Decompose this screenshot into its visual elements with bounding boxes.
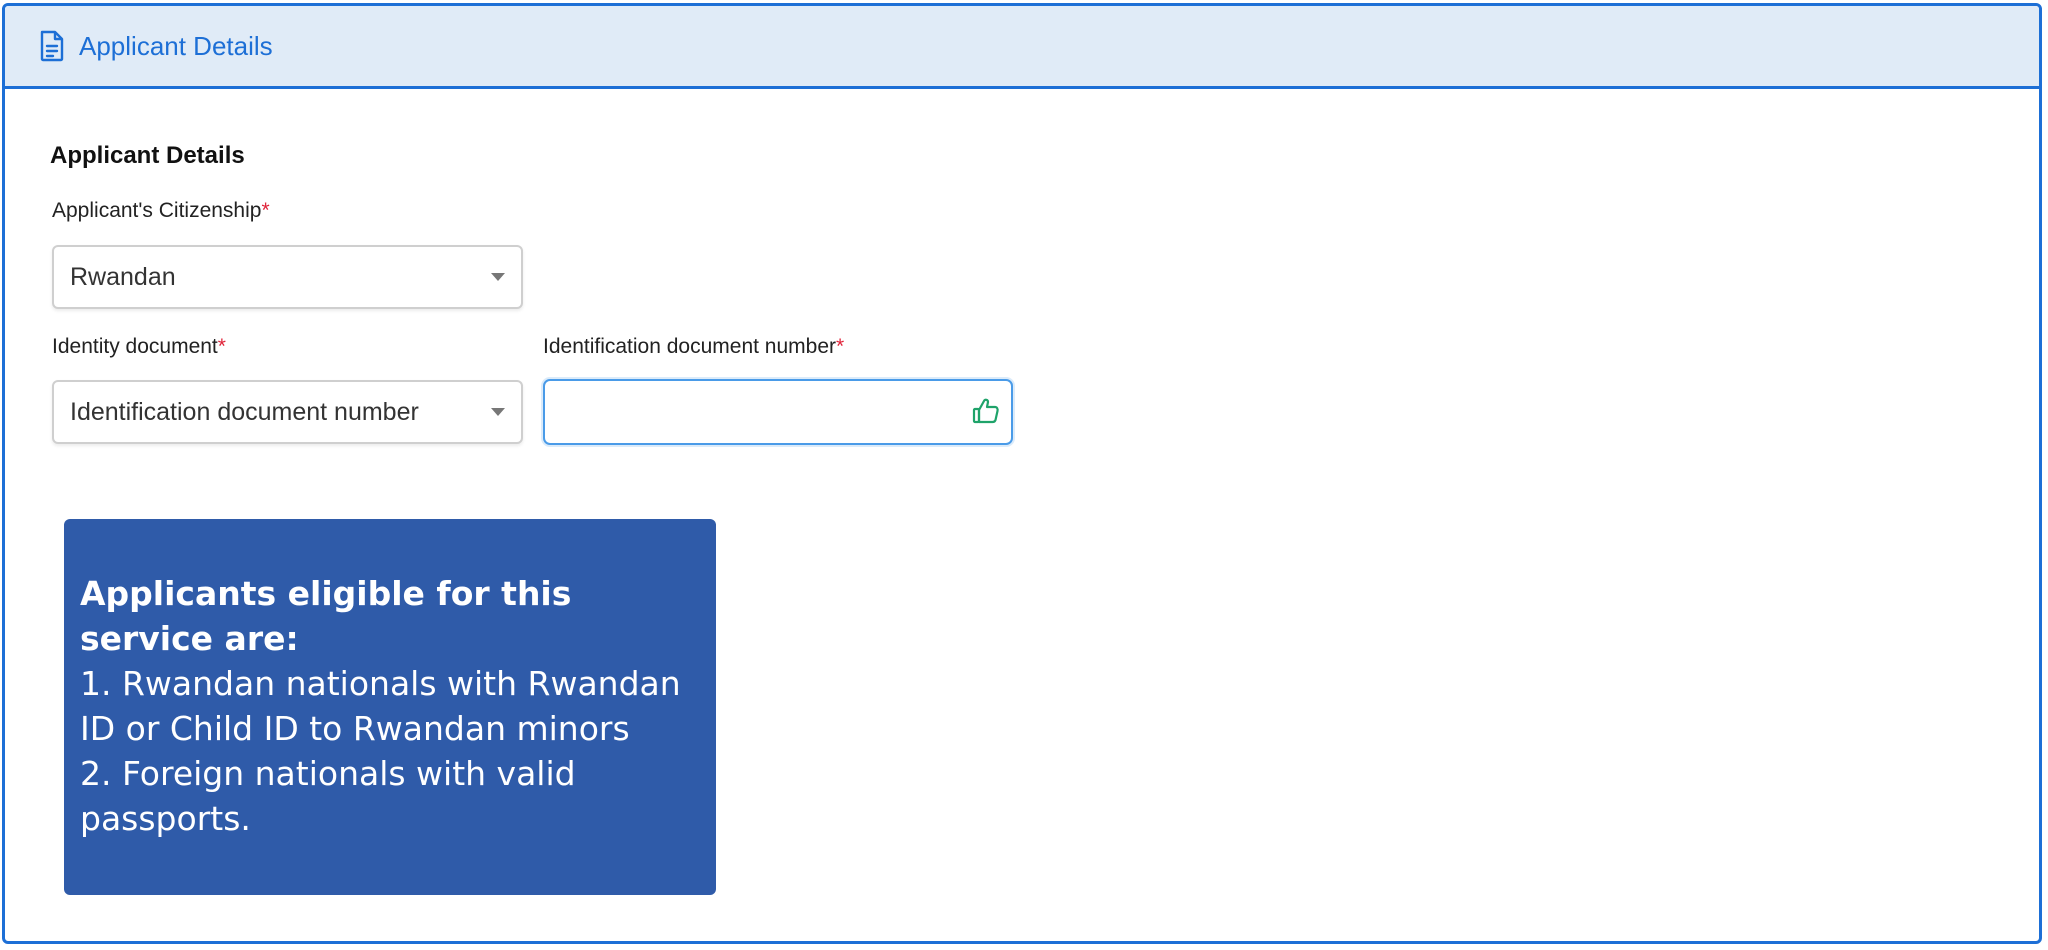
identity-document-select[interactable]: Identification document number xyxy=(52,380,523,444)
required-mark: * xyxy=(261,199,270,222)
tooltip-heading: Applicants eligible for this service are… xyxy=(80,574,572,658)
id-number-input[interactable] xyxy=(557,381,961,443)
id-number-label: Identification document number* xyxy=(543,335,844,359)
citizenship-label-text: Applicant's Citizenship xyxy=(52,199,262,222)
id-number-label-text: Identification document number xyxy=(543,335,837,358)
panel-header[interactable]: Applicant Details xyxy=(5,6,2039,89)
eligibility-tooltip: Applicants eligible for this service are… xyxy=(64,519,716,895)
citizenship-select-value: Rwandan xyxy=(70,262,176,291)
chevron-down-icon xyxy=(491,408,505,416)
tooltip-line: 1. Rwandan nationals with Rwandan ID or … xyxy=(80,664,681,748)
citizenship-select[interactable]: Rwandan xyxy=(52,245,523,309)
thumbs-up-icon xyxy=(971,396,1001,426)
tooltip-line: 2. Foreign nationals with valid passport… xyxy=(80,754,576,838)
identity-document-label-text: Identity document xyxy=(52,335,218,358)
required-mark: * xyxy=(836,335,845,358)
required-mark: * xyxy=(217,335,226,358)
identity-document-select-value: Identification document number xyxy=(70,397,419,426)
id-number-field[interactable] xyxy=(543,379,1013,445)
panel-title: Applicant Details xyxy=(79,30,273,61)
citizenship-label: Applicant's Citizenship* xyxy=(52,199,270,223)
document-icon xyxy=(39,30,65,62)
chevron-down-icon xyxy=(491,273,505,281)
section-title: Applicant Details xyxy=(50,142,245,169)
identity-document-label: Identity document* xyxy=(52,335,226,359)
